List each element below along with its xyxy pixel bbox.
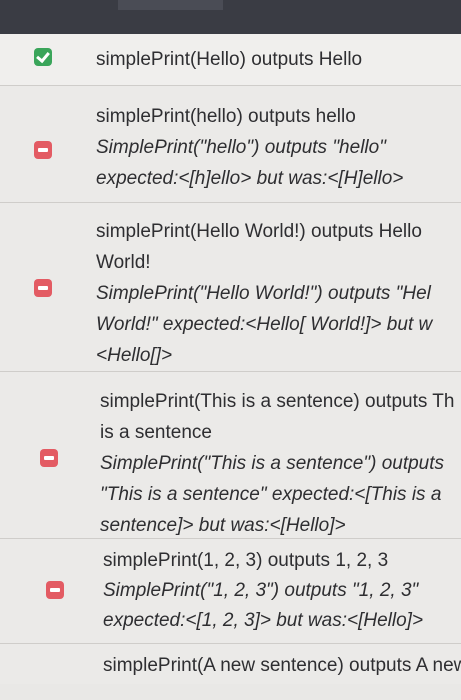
test-row-sentence[interactable]: simplePrint(This is a sentence) outputs … [0,372,461,539]
failure-message: <Hello[]> [96,345,173,366]
test-title: simplePrint(Hello) outputs Hello [96,49,363,70]
test-title: simplePrint(1, 2, 3) outputs 1, 2, 3 [103,550,389,571]
top-tab [118,0,223,10]
test-title: simplePrint(A new sentence) outputs A ne… [103,655,461,676]
failure-message: "This is a sentence" expected:<[This is … [100,484,442,505]
failure-message: expected:<[h]ello> but was:<[H]ello> [96,168,404,189]
test-row-content: simplePrint(Hello) outputs Hello [96,44,461,75]
test-results-list: simplePrint(Hello) outputs Hello simpleP… [0,34,461,684]
test-title: simplePrint(hello) outputs hello [96,106,356,127]
failure-message: SimplePrint("This is a sentence") output… [100,453,445,474]
test-row-hello[interactable]: simplePrint(Hello) outputs Hello [0,34,461,86]
test-title: World! [96,252,151,273]
test-title: simplePrint(This is a sentence) outputs … [100,391,455,412]
failure-message: SimplePrint("1, 2, 3") outputs "1, 2, 3" [103,580,419,601]
failure-message: SimplePrint("Hello World!") outputs "Hel [96,283,431,304]
minus-icon [46,581,64,599]
test-row-content: simplePrint(Hello World!) outputs Hello … [96,216,461,371]
check-icon [34,48,52,66]
test-results-page: simplePrint(Hello) outputs Hello simpleP… [0,0,461,700]
test-row-numbers[interactable]: simplePrint(1, 2, 3) outputs 1, 2, 3 Sim… [0,539,461,644]
minus-icon [40,449,58,467]
top-bar [0,0,461,34]
test-row-content: simplePrint(This is a sentence) outputs … [100,386,461,541]
test-row-content: simplePrint(1, 2, 3) outputs 1, 2, 3 Sim… [103,546,461,636]
test-row-hello-world[interactable]: simplePrint(Hello World!) outputs Hello … [0,203,461,372]
test-row-new-sentence[interactable]: simplePrint(A new sentence) outputs A ne… [0,644,461,684]
minus-icon [34,141,52,159]
failure-message: SimplePrint("hello") outputs "hello" [96,137,386,158]
test-title: simplePrint(Hello World!) outputs Hello [96,221,422,242]
test-row-lowercase-hello[interactable]: simplePrint(hello) outputs hello SimpleP… [0,86,461,203]
test-row-content: simplePrint(hello) outputs hello SimpleP… [96,101,461,194]
test-title: is a sentence [100,422,212,443]
minus-icon [34,279,52,297]
failure-message: expected:<[1, 2, 3]> but was:<[Hello]> [103,610,424,631]
failure-message: sentence]> but was:<[Hello]> [100,515,346,536]
failure-message: World!" expected:<Hello[ World!]> but w [96,314,433,335]
test-row-content: simplePrint(A new sentence) outputs A ne… [103,650,461,681]
